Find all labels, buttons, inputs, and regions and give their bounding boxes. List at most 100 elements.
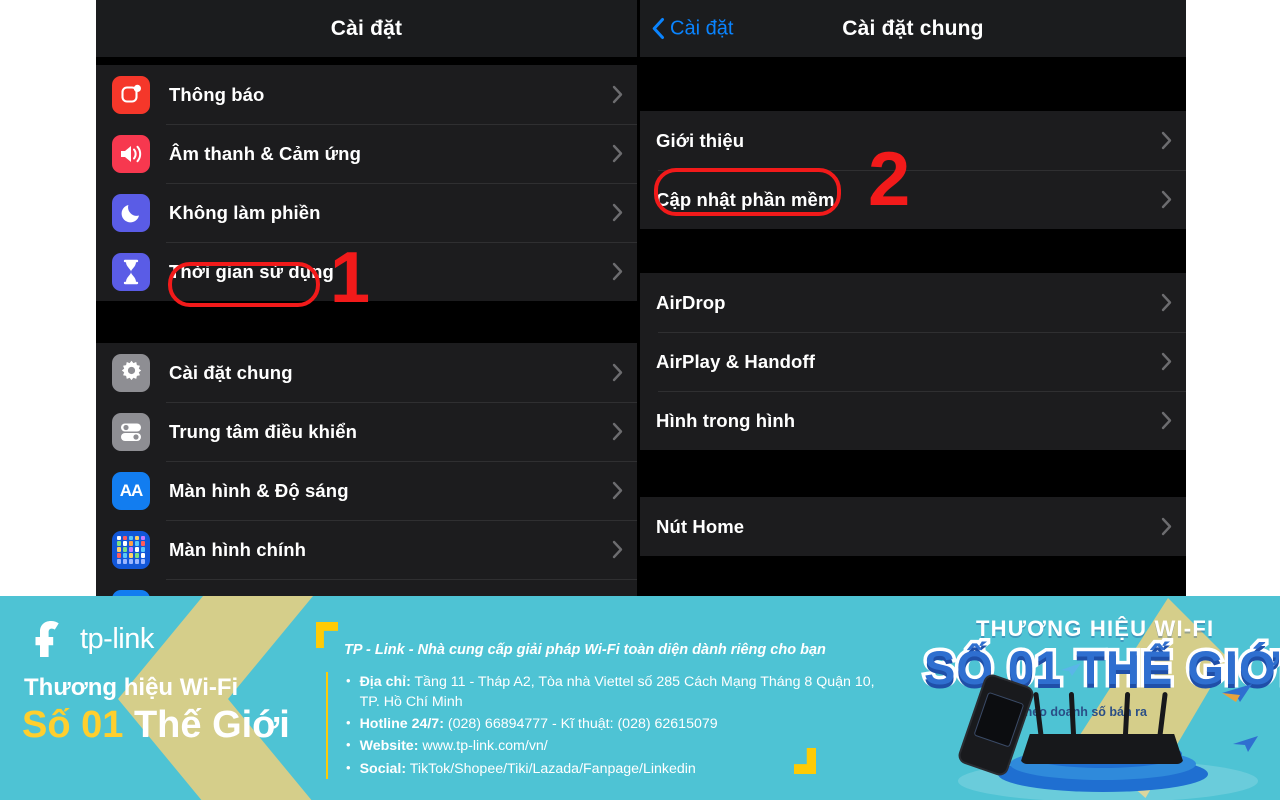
back-button-label: Cài đặt xyxy=(670,17,734,39)
router-body xyxy=(1020,734,1184,764)
list-item-label: AirDrop xyxy=(656,291,726,313)
tplink-advertisement-banner[interactable]: tp-link Thương hiệu Wi-Fi Số 01 Thế Giới… xyxy=(0,596,1280,800)
contact-value: (028) 66894777 - Kĩ thuật: (028) 6261507… xyxy=(447,716,718,733)
ios-settings-split-view: Cài đặt Thông báo Âm thanh & Cảm ứng Khô… xyxy=(96,0,1186,600)
sidebar-item-label: Màn hình & Độ sáng xyxy=(169,479,349,501)
chevron-right-icon xyxy=(612,262,623,281)
right-group-gap-2 xyxy=(640,450,1186,497)
wifi-router-product-image xyxy=(1020,691,1184,764)
settings-group-1: Thông báo Âm thanh & Cảm ứng Không làm p… xyxy=(96,65,637,301)
chevron-right-icon xyxy=(612,363,623,382)
bullet-icon: • xyxy=(346,737,351,753)
banner-left-line2-highlight: Số 01 xyxy=(22,704,124,746)
mobile-device-screen xyxy=(973,691,1025,748)
home-screen-grid-icon xyxy=(112,530,150,569)
contact-label: Hotline 24/7: xyxy=(359,716,444,733)
settings-list-pane: Cài đặt Thông báo Âm thanh & Cảm ứng Khô… xyxy=(96,0,637,600)
general-group-2: AirDrop AirPlay & Handoff Hình trong hìn… xyxy=(640,273,1186,450)
banner-left-line2-rest: Thế Giới xyxy=(133,704,290,746)
notifications-icon xyxy=(112,75,150,114)
contact-text: Social: TikTok/Shopee/Tiki/Lazada/Fanpag… xyxy=(360,759,696,779)
contact-value[interactable]: www.tp-link.com/vn/ xyxy=(422,738,547,754)
sidebar-item-label: Âm thanh & Cảm ứng xyxy=(169,142,361,164)
sound-haptics-icon xyxy=(112,134,150,173)
list-item-about[interactable]: Giới thiệu xyxy=(640,111,1186,170)
general-settings-pane: Cài đặt Cài đặt chung Giới thiệu Cập nhậ… xyxy=(640,0,1186,600)
screen-time-hourglass-icon xyxy=(112,252,150,291)
contact-label: Địa chỉ: xyxy=(359,674,411,690)
chevron-right-icon xyxy=(1161,517,1172,536)
contact-label: Website: xyxy=(359,738,419,755)
display-brightness-aa-icon: AA xyxy=(112,471,150,510)
tplink-wordmark: tp-link xyxy=(80,622,154,655)
sidebar-item-label: Màn hình chính xyxy=(169,538,307,560)
general-group-3: Nút Home xyxy=(640,497,1186,556)
chevron-right-icon xyxy=(612,422,623,441)
chevron-right-icon xyxy=(1161,131,1172,150)
banner-left-line1: Thương hiệu Wi-Fi xyxy=(24,674,239,701)
sidebar-item-label: Không làm phiền xyxy=(169,201,321,223)
chevron-left-icon xyxy=(652,18,664,39)
sidebar-item-display-brightness[interactable]: AA Màn hình & Độ sáng xyxy=(96,461,637,520)
list-item-label: Nút Home xyxy=(656,515,745,537)
chevron-right-icon xyxy=(1161,352,1172,371)
contact-value: Tầng 11 - Tháp A2, Tòa nhà Viettel số 28… xyxy=(359,674,875,711)
chevron-right-icon xyxy=(1161,411,1172,430)
list-item-software-update[interactable]: Cập nhật phần mềm xyxy=(640,170,1186,229)
decor-corner-top-left-icon xyxy=(316,622,338,648)
list-item-label: AirPlay & Handoff xyxy=(656,350,815,372)
contact-text: Địa chỉ: Tầng 11 - Tháp A2, Tòa nhà Viet… xyxy=(360,672,876,712)
banner-left-block: tp-link Thương hiệu Wi-Fi Số 01 Thế Giới xyxy=(16,610,346,747)
banner-contact-list: • Địa chỉ: Tầng 11 - Tháp A2, Tòa nhà Vi… xyxy=(326,672,876,779)
page-title: Cài đặt chung xyxy=(842,16,984,40)
sidebar-item-label: Trung tâm điều khiển xyxy=(169,420,358,442)
bullet-icon: • xyxy=(346,673,351,688)
right-spacer-top xyxy=(640,58,1186,111)
general-gear-icon xyxy=(112,353,150,392)
contact-text: Website: www.tp-link.com/vn/ xyxy=(360,736,548,756)
sidebar-item-do-not-disturb[interactable]: Không làm phiền xyxy=(96,183,637,242)
list-item-airdrop[interactable]: AirDrop xyxy=(640,273,1186,332)
list-item: • Địa chỉ: Tầng 11 - Tháp A2, Tòa nhà Vi… xyxy=(346,672,876,712)
control-center-toggles-icon xyxy=(112,412,150,451)
back-button[interactable]: Cài đặt xyxy=(652,17,733,40)
sidebar-item-label: Thời gian sử dụng xyxy=(169,260,334,282)
right-group-gap-1 xyxy=(640,229,1186,273)
tplink-mark-icon xyxy=(35,621,59,657)
paper-plane-icon xyxy=(1222,684,1252,702)
list-item: • Hotline 24/7: (028) 66894777 - Kĩ thuậ… xyxy=(346,714,876,734)
list-item-label: Hình trong hình xyxy=(656,409,796,431)
left-spacer-top xyxy=(96,58,637,65)
banner-left-line2: Số 01 Thế Giới xyxy=(22,704,346,747)
sidebar-item-notifications[interactable]: Thông báo xyxy=(96,65,637,124)
general-group-1: Giới thiệu Cập nhật phần mềm xyxy=(640,111,1186,229)
screenshot-root: Cài đặt Thông báo Âm thanh & Cảm ứng Khô… xyxy=(0,0,1280,800)
sidebar-item-screen-time[interactable]: Thời gian sử dụng xyxy=(96,242,637,301)
do-not-disturb-moon-icon xyxy=(112,193,150,232)
bullet-icon: • xyxy=(346,715,351,731)
chevron-right-icon xyxy=(1161,293,1172,312)
list-item-label: Giới thiệu xyxy=(656,129,745,151)
chevron-right-icon xyxy=(612,540,623,559)
chevron-right-icon xyxy=(1161,190,1172,209)
sidebar-item-general[interactable]: Cài đặt chung xyxy=(96,343,637,402)
left-group-gap xyxy=(96,301,637,343)
sidebar-item-label: Thông báo xyxy=(169,83,265,105)
list-item-picture-in-picture[interactable]: Hình trong hình xyxy=(640,391,1186,450)
contact-value: TikTok/Shopee/Tiki/Lazada/Fanpage/Linked… xyxy=(409,760,696,777)
home-grid-dots xyxy=(117,535,145,564)
list-item-home-button[interactable]: Nút Home xyxy=(640,497,1186,556)
contact-label: Social: xyxy=(359,760,407,777)
paper-plane-icon xyxy=(1233,736,1258,752)
sidebar-item-control-center[interactable]: Trung tâm điều khiển xyxy=(96,402,637,461)
paper-plane-icon xyxy=(1061,663,1081,676)
sidebar-item-sounds-haptics[interactable]: Âm thanh & Cảm ứng xyxy=(96,124,637,183)
sidebar-item-label: Cài đặt chung xyxy=(169,361,293,383)
list-item: • Website: www.tp-link.com/vn/ xyxy=(346,736,876,756)
contact-text: Hotline 24/7: (028) 66894777 - Kĩ thuật:… xyxy=(360,714,718,734)
banner-contact-block: TP - Link - Nhà cung cấp giải pháp Wi-Fi… xyxy=(316,608,876,781)
sidebar-item-home-screen[interactable]: Màn hình chính xyxy=(96,520,637,579)
banner-headline: THƯƠNG HIỆU WI-FI xyxy=(976,616,1215,641)
tplink-logo: tp-link xyxy=(30,618,346,660)
list-item-airplay-handoff[interactable]: AirPlay & Handoff xyxy=(640,332,1186,391)
